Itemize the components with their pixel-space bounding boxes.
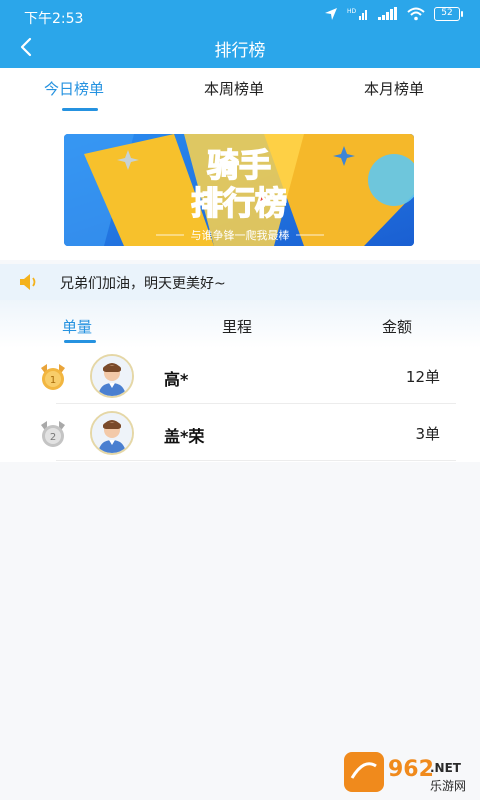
banner-section: 骑手 排行榜 与谁争锋一爬我最棒 (0, 116, 480, 260)
status-bar: 下午2:53 HD 52 (0, 0, 480, 30)
avatar (90, 411, 134, 455)
tab-month[interactable]: 本月榜单 (364, 78, 424, 99)
rider-name: 高* (164, 370, 189, 389)
tab-week[interactable]: 本周榜单 (204, 78, 264, 99)
site-watermark-logo: 962 .NET 乐游网 (344, 752, 466, 793)
watermark-main: 962 (388, 757, 434, 782)
tab-active-indicator (62, 108, 98, 111)
ranking-list: 1 高* 12单 2 盖*荣 3单 (0, 348, 480, 462)
banner-title-line1: 骑手 (207, 146, 271, 184)
ranking-row[interactable]: 2 盖*荣 3单 (0, 405, 480, 461)
tab-mileage[interactable]: 里程 (222, 316, 252, 337)
cell-signal-icon (378, 7, 397, 20)
wifi-icon (407, 7, 425, 21)
silver-medal-icon: 2 (41, 421, 65, 447)
rank-number: 1 (50, 375, 56, 386)
subtab-active-indicator (64, 340, 96, 343)
rider-name: 盖*荣 (164, 427, 205, 446)
hd-signal-icon: HD (347, 8, 367, 20)
battery-icon: 52 (434, 7, 463, 21)
ranking-row[interactable]: 1 高* 12单 (0, 348, 480, 404)
status-time: 下午2:53 (24, 11, 84, 27)
period-tabs: 今日榜单 本周榜单 本月榜单 (0, 68, 480, 116)
order-count: 3单 (415, 425, 440, 443)
notice-bar: 兄弟们加油，明天更美好~ (0, 264, 480, 300)
tab-order-count[interactable]: 单量 (62, 316, 92, 337)
status-icons: HD 52 (324, 7, 463, 21)
watermark-sub: 乐游网 (430, 779, 466, 793)
avatar (90, 354, 134, 398)
tab-today[interactable]: 今日榜单 (44, 78, 104, 99)
tab-amount[interactable]: 金额 (382, 316, 412, 337)
notice-text: 兄弟们加油，明天更美好~ (60, 276, 226, 292)
watermark-suffix: .NET (430, 761, 462, 775)
banner-slogan: 与谁争锋一爬我最棒 (191, 228, 290, 242)
metric-tabs: 单量 里程 金额 (0, 300, 480, 348)
speaker-icon (20, 274, 36, 290)
svg-text:HD: HD (347, 8, 357, 15)
order-count: 12单 (405, 368, 440, 386)
gold-medal-icon: 1 (41, 364, 65, 390)
banner-title-line2: 排行榜 (191, 184, 287, 222)
app-header: 下午2:53 HD 52 排行榜 (0, 0, 480, 68)
row-divider (56, 403, 456, 404)
rank-number: 2 (50, 432, 56, 443)
location-icon (325, 8, 337, 20)
page-title: 排行榜 (214, 41, 266, 61)
row-divider (56, 460, 456, 461)
rider-ranking-banner: 骑手 排行榜 与谁争锋一爬我最棒 (64, 134, 414, 246)
